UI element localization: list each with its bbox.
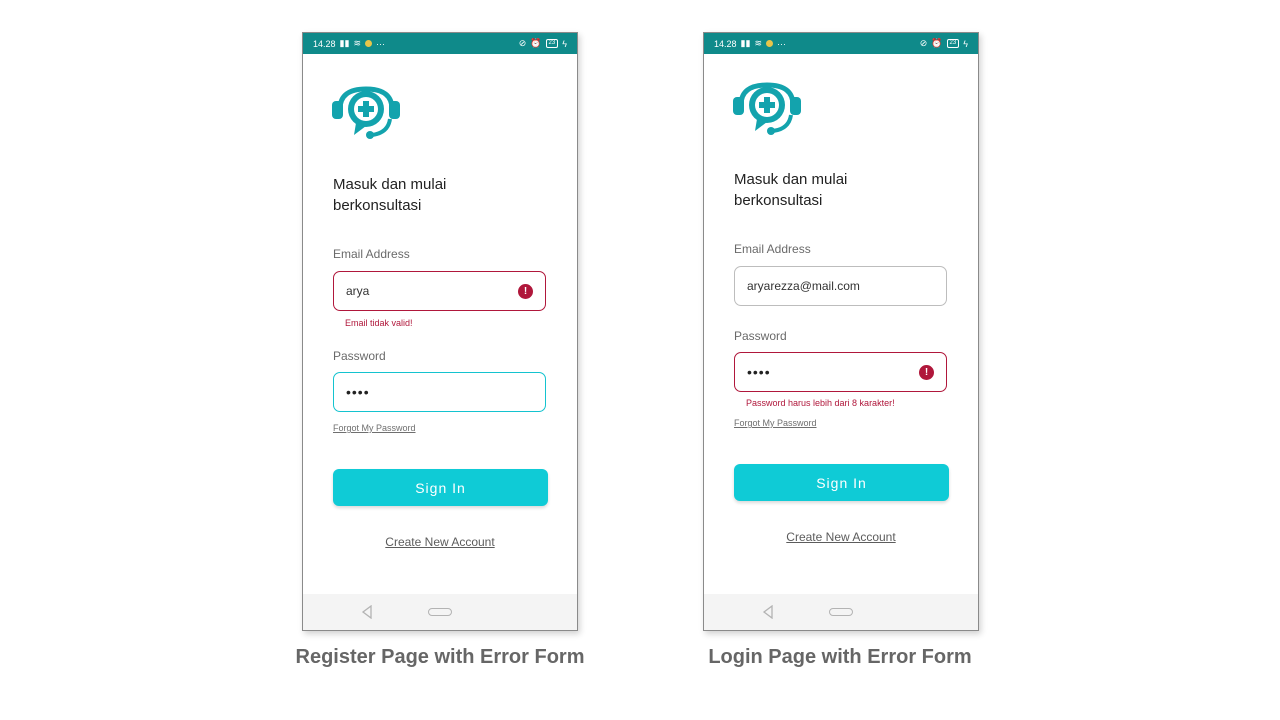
create-account-link[interactable]: Create New Account [303, 535, 577, 549]
create-account-link[interactable]: Create New Account [704, 530, 978, 544]
navigation-bar [303, 594, 577, 630]
navigation-bar [704, 594, 978, 630]
email-label: Email Address [734, 242, 811, 256]
email-value: arya [346, 284, 370, 298]
app-logo-icon [733, 82, 801, 135]
password-field[interactable]: •••• ! [734, 352, 947, 392]
charging-icon: ϟ [963, 38, 968, 49]
mute-icon: ⊘ [919, 38, 928, 48]
sign-in-button[interactable]: Sign In [734, 464, 949, 501]
more-icon: ··· [776, 38, 786, 49]
error-icon: ! [919, 364, 934, 380]
register-caption: Register Page with Error Form [295, 646, 585, 668]
battery-icon: 23 [545, 39, 559, 48]
back-icon[interactable] [762, 605, 774, 619]
email-error-message: Email tidak valid! [345, 318, 413, 328]
sign-in-button[interactable]: Sign In [333, 469, 548, 506]
login-phone-screen: 14.28 ▮▮ ≋ ··· ⊘ ⏰ 23 ϟ Masuk dan mulai … [703, 32, 979, 631]
email-field[interactable]: aryarezza@mail.com [734, 266, 947, 306]
password-error-message: Password harus lebih dari 8 karakter! [746, 398, 895, 408]
status-bar: 14.28 ▮▮ ≋ ··· ⊘ ⏰ 23 ϟ [704, 33, 978, 54]
alarm-icon: ⏰ [931, 38, 943, 48]
home-icon[interactable] [829, 608, 853, 616]
password-value: •••• [747, 364, 771, 380]
wifi-icon: ≋ [754, 38, 762, 48]
error-icon: ! [518, 283, 533, 299]
password-value: •••• [346, 384, 370, 400]
charging-icon: ϟ [562, 38, 567, 49]
signal-icon: ▮▮ [740, 38, 751, 48]
forgot-password-link[interactable]: Forgot My Password [734, 418, 817, 428]
clock-text: 14.28 [714, 38, 737, 49]
password-label: Password [734, 329, 787, 343]
clock-text: 14.28 [313, 38, 336, 49]
email-value: aryarezza@mail.com [747, 279, 860, 293]
page-heading: Masuk dan mulai berkonsultasi [333, 176, 447, 214]
more-icon: ··· [375, 38, 385, 49]
wifi-icon: ≋ [353, 38, 361, 48]
battery-icon: 23 [946, 39, 960, 48]
mute-icon: ⊘ [518, 38, 527, 48]
email-field[interactable]: arya ! [333, 271, 546, 311]
page-heading: Masuk dan mulai berkonsultasi [734, 171, 848, 209]
login-caption: Login Page with Error Form [708, 646, 972, 668]
password-label: Password [333, 349, 386, 363]
app-logo-icon [332, 86, 400, 139]
alarm-icon: ⏰ [530, 38, 542, 48]
forgot-password-link[interactable]: Forgot My Password [333, 423, 416, 433]
back-icon[interactable] [361, 605, 373, 619]
notification-icon [765, 40, 773, 47]
register-phone-screen: 14.28 ▮▮ ≋ ··· ⊘ ⏰ 23 ϟ Masuk dan mulai … [302, 32, 578, 631]
email-label: Email Address [333, 247, 410, 261]
home-icon[interactable] [428, 608, 452, 616]
notification-icon [364, 40, 372, 47]
signal-icon: ▮▮ [339, 38, 350, 48]
status-bar: 14.28 ▮▮ ≋ ··· ⊘ ⏰ 23 ϟ [303, 33, 577, 54]
password-field[interactable]: •••• [333, 372, 546, 412]
